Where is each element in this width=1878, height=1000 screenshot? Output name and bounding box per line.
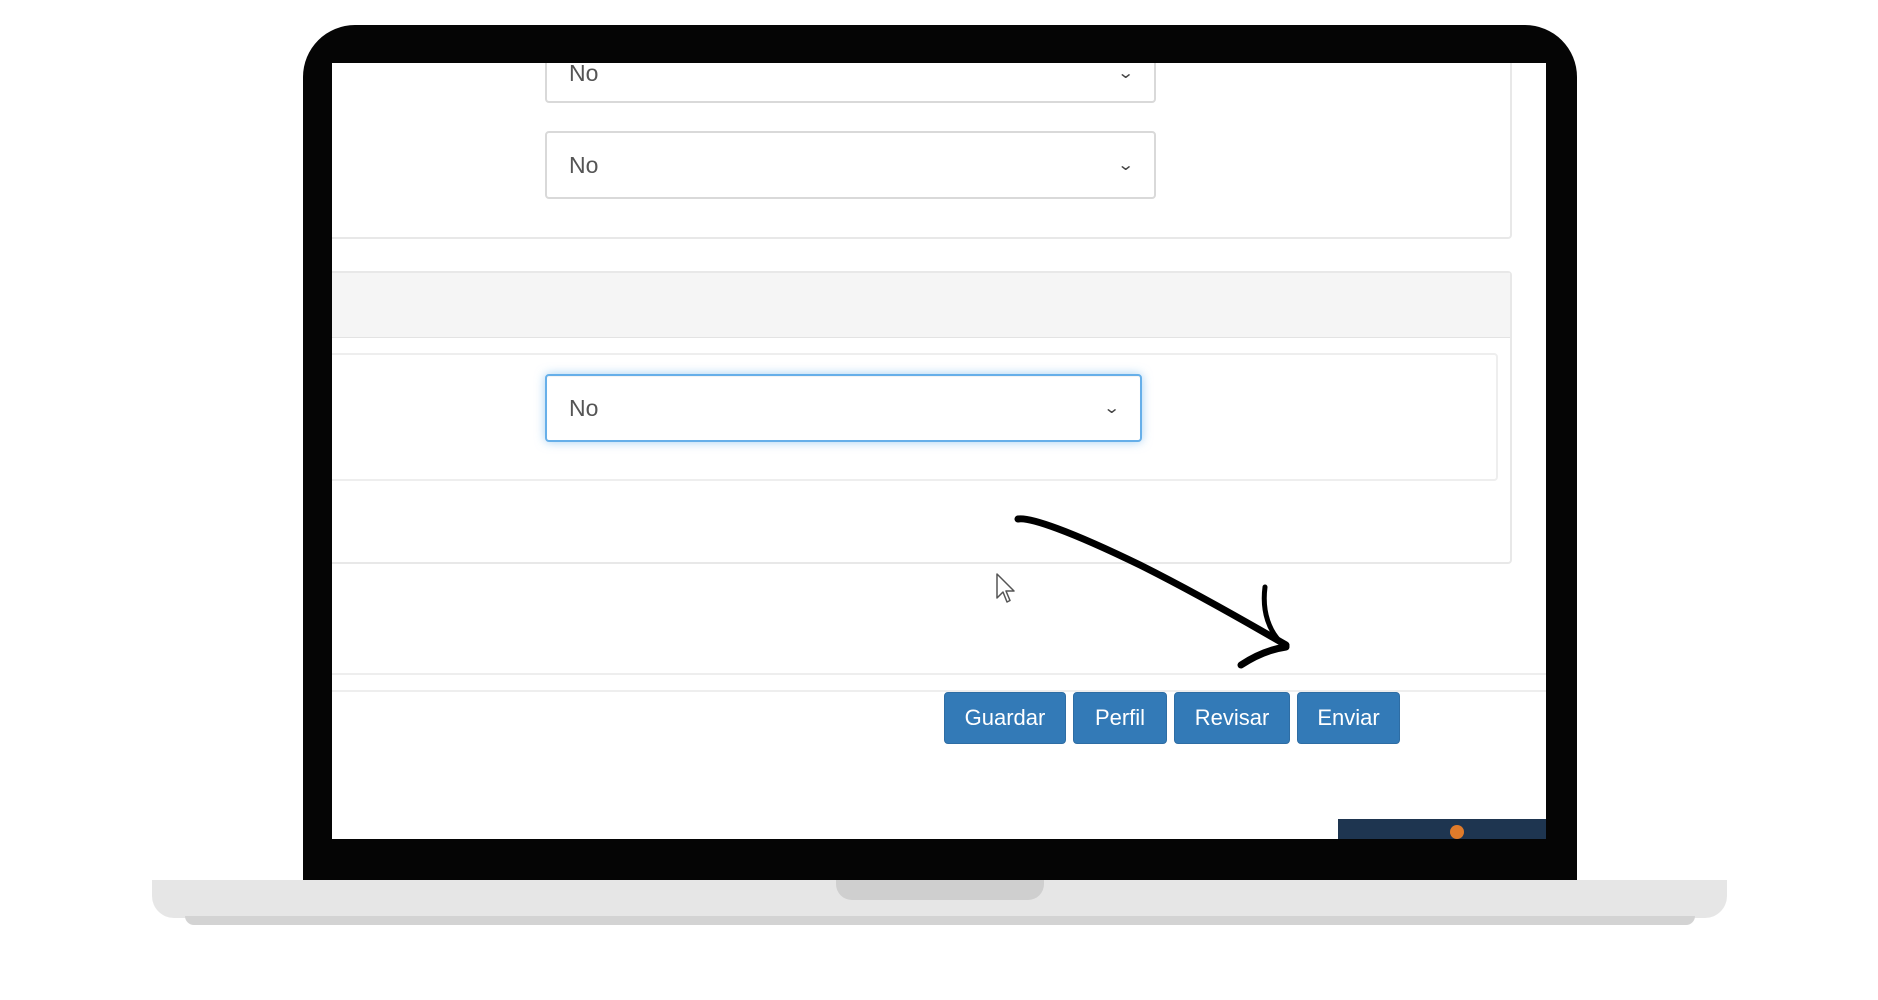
- chat-widget-tab[interactable]: [1338, 819, 1546, 839]
- perfil-button[interactable]: Perfil: [1073, 692, 1167, 744]
- select-value: No: [569, 151, 599, 178]
- select-answer-3[interactable]: No ⌄: [545, 374, 1142, 442]
- hand-drawn-arrow: [1014, 515, 1290, 669]
- section-heading-bar: [332, 273, 1510, 338]
- notification-dot: [1450, 825, 1464, 839]
- guardar-button[interactable]: Guardar: [944, 692, 1066, 744]
- revisar-button[interactable]: Revisar: [1174, 692, 1290, 744]
- laptop-base-shadow: [185, 916, 1695, 925]
- laptop-notch: [836, 880, 1044, 900]
- enviar-button[interactable]: Enviar: [1297, 692, 1400, 744]
- select-value: No: [569, 394, 599, 421]
- chevron-down-icon: ⌄: [1116, 157, 1135, 174]
- select-answer-1[interactable]: No ⌄: [545, 63, 1156, 103]
- select-answer-2[interactable]: No ⌄: [545, 131, 1156, 199]
- chevron-down-icon: ⌄: [1116, 65, 1135, 82]
- laptop-screen: No ⌄ No ⌄ No ⌄ Guardar Perfil Revisar En…: [332, 63, 1546, 839]
- chevron-down-icon: ⌄: [1102, 400, 1121, 417]
- select-value: No: [569, 63, 599, 86]
